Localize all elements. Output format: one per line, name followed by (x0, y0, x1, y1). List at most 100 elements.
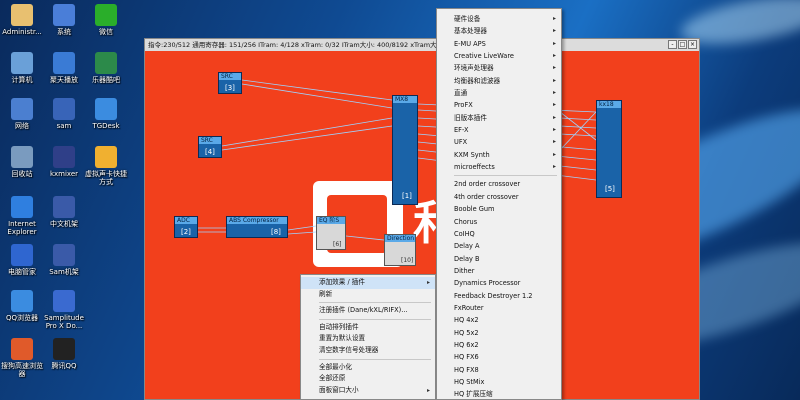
menu-item[interactable]: HQ 扩展压缩 (437, 388, 561, 400)
menu-item[interactable]: HQ 5x2 (437, 327, 561, 339)
app-icon (53, 338, 75, 360)
menu-item[interactable]: 4th order crossover (437, 191, 561, 203)
menu-item[interactable]: Dither (437, 265, 561, 277)
desktop-icon[interactable]: 虚拟声卡快捷方式 (84, 146, 128, 186)
submenu-arrow-icon: ▸ (552, 126, 556, 134)
menu-item-label: FxRouter (454, 303, 484, 312)
app-icon (53, 196, 75, 218)
desktop-icon-label: 网络 (15, 122, 29, 130)
menu-item[interactable]: 硬件设备 ▸ (437, 13, 561, 25)
desktop-icon[interactable]: 中文机架 (42, 196, 86, 228)
desktop-icon[interactable]: Samplitude Pro X Do... (42, 290, 86, 330)
menu-item-label: 自动排列插件 (319, 322, 359, 331)
menu-item[interactable]: Dynamics Processor (437, 277, 561, 289)
menu-item[interactable]: HQ StMix (437, 376, 561, 388)
minimize-button[interactable]: - (668, 40, 677, 49)
menu-item[interactable]: HQ 4x2 (437, 314, 561, 326)
menu-item[interactable]: 2nd order crossover (437, 178, 561, 190)
app-icon (95, 52, 117, 74)
menu-item-label: 全部还原 (319, 374, 346, 383)
menu-item[interactable]: 直通 ▸ (437, 87, 561, 99)
desktop-icon[interactable]: 计算机 (0, 52, 44, 84)
menu-item[interactable]: KXM Synth ▸ (437, 149, 561, 161)
submenu-arrow-icon: ▸ (552, 15, 556, 22)
menu-item-label: E-MU APS (454, 39, 486, 48)
dsp-module-direction[interactable]: Direction [10] (384, 234, 416, 266)
desktop-icon[interactable]: 系统 (42, 4, 86, 36)
menu-item[interactable]: 旧版本插件 ▸ (437, 112, 561, 124)
menu-item[interactable]: 清空数字信号处理器 (301, 345, 435, 357)
desktop-icon[interactable]: 聚天播放 (42, 52, 86, 84)
menu-item-label: 全部最小化 (319, 362, 352, 371)
desktop-icon-label: 聚天播放 (50, 76, 78, 84)
dsp-module-src-1[interactable]: SRC [3] (218, 72, 242, 94)
module-title: EQ 阶S (317, 217, 345, 224)
desktop-icon[interactable]: Internet Explorer (0, 196, 44, 236)
menu-item[interactable]: Feedback Destroyer 1.2 (437, 290, 561, 302)
desktop-icon[interactable]: 网络 (0, 98, 44, 130)
menu-item[interactable]: HQ FX8 (437, 364, 561, 376)
window-title-bar[interactable]: 指令:230/512 通用寄存器: 151/256 ITram: 4/128 x… (145, 39, 699, 51)
menu-item[interactable]: 全部最小化 (301, 362, 435, 374)
app-icon (53, 290, 75, 312)
menu-item[interactable]: 全部还原 (301, 373, 435, 385)
desktop-icon[interactable]: 乐器酷吧 (84, 52, 128, 84)
menu-item[interactable]: 注册插件 (Dane/kXL/RIFX)... (301, 305, 435, 317)
dsp-module-adc[interactable]: ADC [2] (174, 216, 198, 238)
menu-item[interactable]: FxRouter (437, 302, 561, 314)
menu-item-label: 旧版本插件 (454, 113, 487, 122)
close-button[interactable]: × (688, 40, 697, 49)
menu-item[interactable]: Chorus (437, 216, 561, 228)
menu-item[interactable]: HQ FX6 (437, 351, 561, 363)
desktop-icon[interactable]: 回收站 (0, 146, 44, 178)
menu-separator (454, 175, 557, 177)
desktop-icon[interactable]: kxmixer (42, 146, 86, 178)
desktop-icon[interactable]: 电脑管家 (0, 244, 44, 276)
dsp-module-output[interactable]: kx18 [5] (596, 100, 622, 198)
menu-item-label: HQ 4x2 (454, 316, 479, 325)
menu-item[interactable]: Booble Gum (437, 203, 561, 215)
menu-item[interactable]: UFX ▸ (437, 136, 561, 148)
desktop-icon[interactable]: TGDesk (84, 98, 128, 130)
submenu-arrow-icon: ▸ (552, 76, 556, 84)
menu-item[interactable]: EF-X ▸ (437, 124, 561, 136)
menu-item[interactable]: 均衡器和滤波器 ▸ (437, 75, 561, 87)
dsp-module-eq[interactable]: EQ 阶S [6] (316, 216, 346, 250)
menu-item[interactable]: Delay B (437, 253, 561, 265)
menu-item[interactable]: HQ 6x2 (437, 339, 561, 351)
menu-item-label: 4th order crossover (454, 192, 519, 201)
menu-item[interactable]: 面板窗口大小 ▸ (301, 385, 435, 397)
submenu-arrow-icon: ▸ (552, 138, 556, 146)
app-icon (11, 146, 33, 168)
module-index: [2] (181, 228, 191, 236)
menu-item[interactable]: ProFX ▸ (437, 99, 561, 111)
menu-item-label: 基本处理器 (454, 27, 487, 36)
menu-item[interactable]: 环境声处理器 ▸ (437, 62, 561, 74)
dsp-module-src-2[interactable]: SRC [4] (198, 136, 222, 158)
desktop-icon[interactable]: 微信 (84, 4, 128, 36)
desktop-icon[interactable]: Administr... (0, 4, 44, 36)
menu-item-label: Feedback Destroyer 1.2 (454, 291, 533, 300)
menu-item[interactable]: 自动排列插件 (301, 322, 435, 334)
menu-item[interactable]: 刷新 (301, 289, 435, 301)
menu-item[interactable]: 基本处理器 ▸ (437, 25, 561, 37)
menu-item[interactable]: Creative LiveWare ▸ (437, 50, 561, 62)
menu-item-label: CoIHQ (454, 229, 475, 238)
desktop-icon[interactable]: 搜狗高速浏览器 (0, 338, 44, 378)
menu-item[interactable]: CoIHQ (437, 228, 561, 240)
desktop-icon[interactable]: 腾讯QQ (42, 338, 86, 370)
maximize-button[interactable]: □ (678, 40, 687, 49)
desktop-icon-label: 系统 (57, 28, 71, 36)
desktop-icon[interactable]: QQ浏览器 (0, 290, 44, 322)
menu-item[interactable]: 添加效果 / 插件 ▸ (301, 277, 435, 289)
desktop-icon[interactable]: sam (42, 98, 86, 130)
dsp-module-mixer[interactable]: MX8 [1] (392, 95, 418, 205)
menu-item[interactable]: E-MU APS ▸ (437, 38, 561, 50)
menu-item[interactable]: Delay A (437, 240, 561, 252)
module-title: ADC (175, 217, 197, 224)
dsp-module-abs-compressor[interactable]: ABS Compressor [8] (226, 216, 288, 238)
menu-item[interactable]: microeffects ▸ (437, 161, 561, 173)
menu-item[interactable]: 重置为默认设置 (301, 333, 435, 345)
desktop-icon[interactable]: Sam机架 (42, 244, 86, 276)
app-icon (95, 4, 117, 26)
